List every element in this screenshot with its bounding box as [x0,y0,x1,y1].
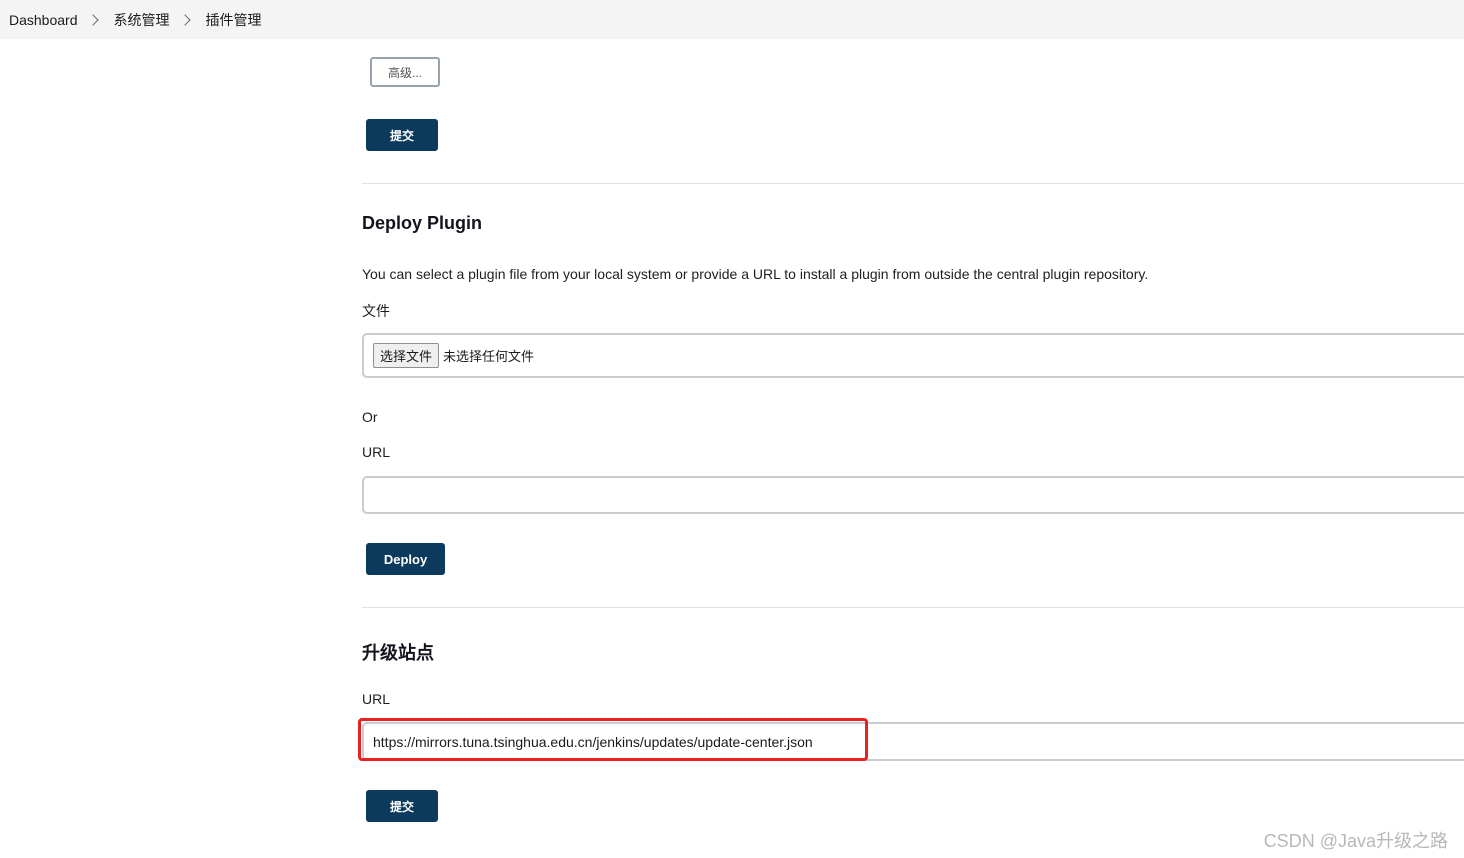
watermark: CSDN @Java升级之路 [1263,831,1448,851]
file-status-text: 未选择任何文件 [443,349,535,364]
url-highlight-box [358,718,868,761]
deploy-button[interactable]: Deploy [366,543,445,575]
choose-file-button[interactable]: 选择文件 [373,343,440,368]
section-divider [362,607,1464,608]
advanced-submit-button[interactable]: 提交 [366,119,438,151]
update-site-title: 升级站点 [362,643,434,663]
plugin-manager-page: Dashboard 系统管理 插件管理 高级... 提交 Deploy Plug… [0,0,1464,858]
deploy-plugin-description: You can select a plugin file from your l… [362,266,1149,282]
deploy-url-input[interactable] [362,476,1464,514]
breadcrumb-plugin-management[interactable]: 插件管理 [206,10,262,30]
advanced-button[interactable]: 高级... [370,57,440,87]
update-site-url-label: URL [362,691,391,707]
update-site-submit-button[interactable]: 提交 [366,790,438,822]
breadcrumb-system-management[interactable]: 系统管理 [114,10,170,30]
breadcrumb: Dashboard 系统管理 插件管理 [0,0,1464,39]
chevron-right-icon [178,13,191,26]
section-divider [362,183,1464,184]
chevron-right-icon [86,13,99,26]
deploy-url-label: URL [362,444,391,460]
file-input[interactable]: 选择文件 未选择任何文件 [362,333,1464,378]
breadcrumb-dashboard[interactable]: Dashboard [9,12,78,28]
or-label: Or [362,409,378,425]
file-label: 文件 [362,303,390,319]
deploy-plugin-title: Deploy Plugin [362,213,483,233]
